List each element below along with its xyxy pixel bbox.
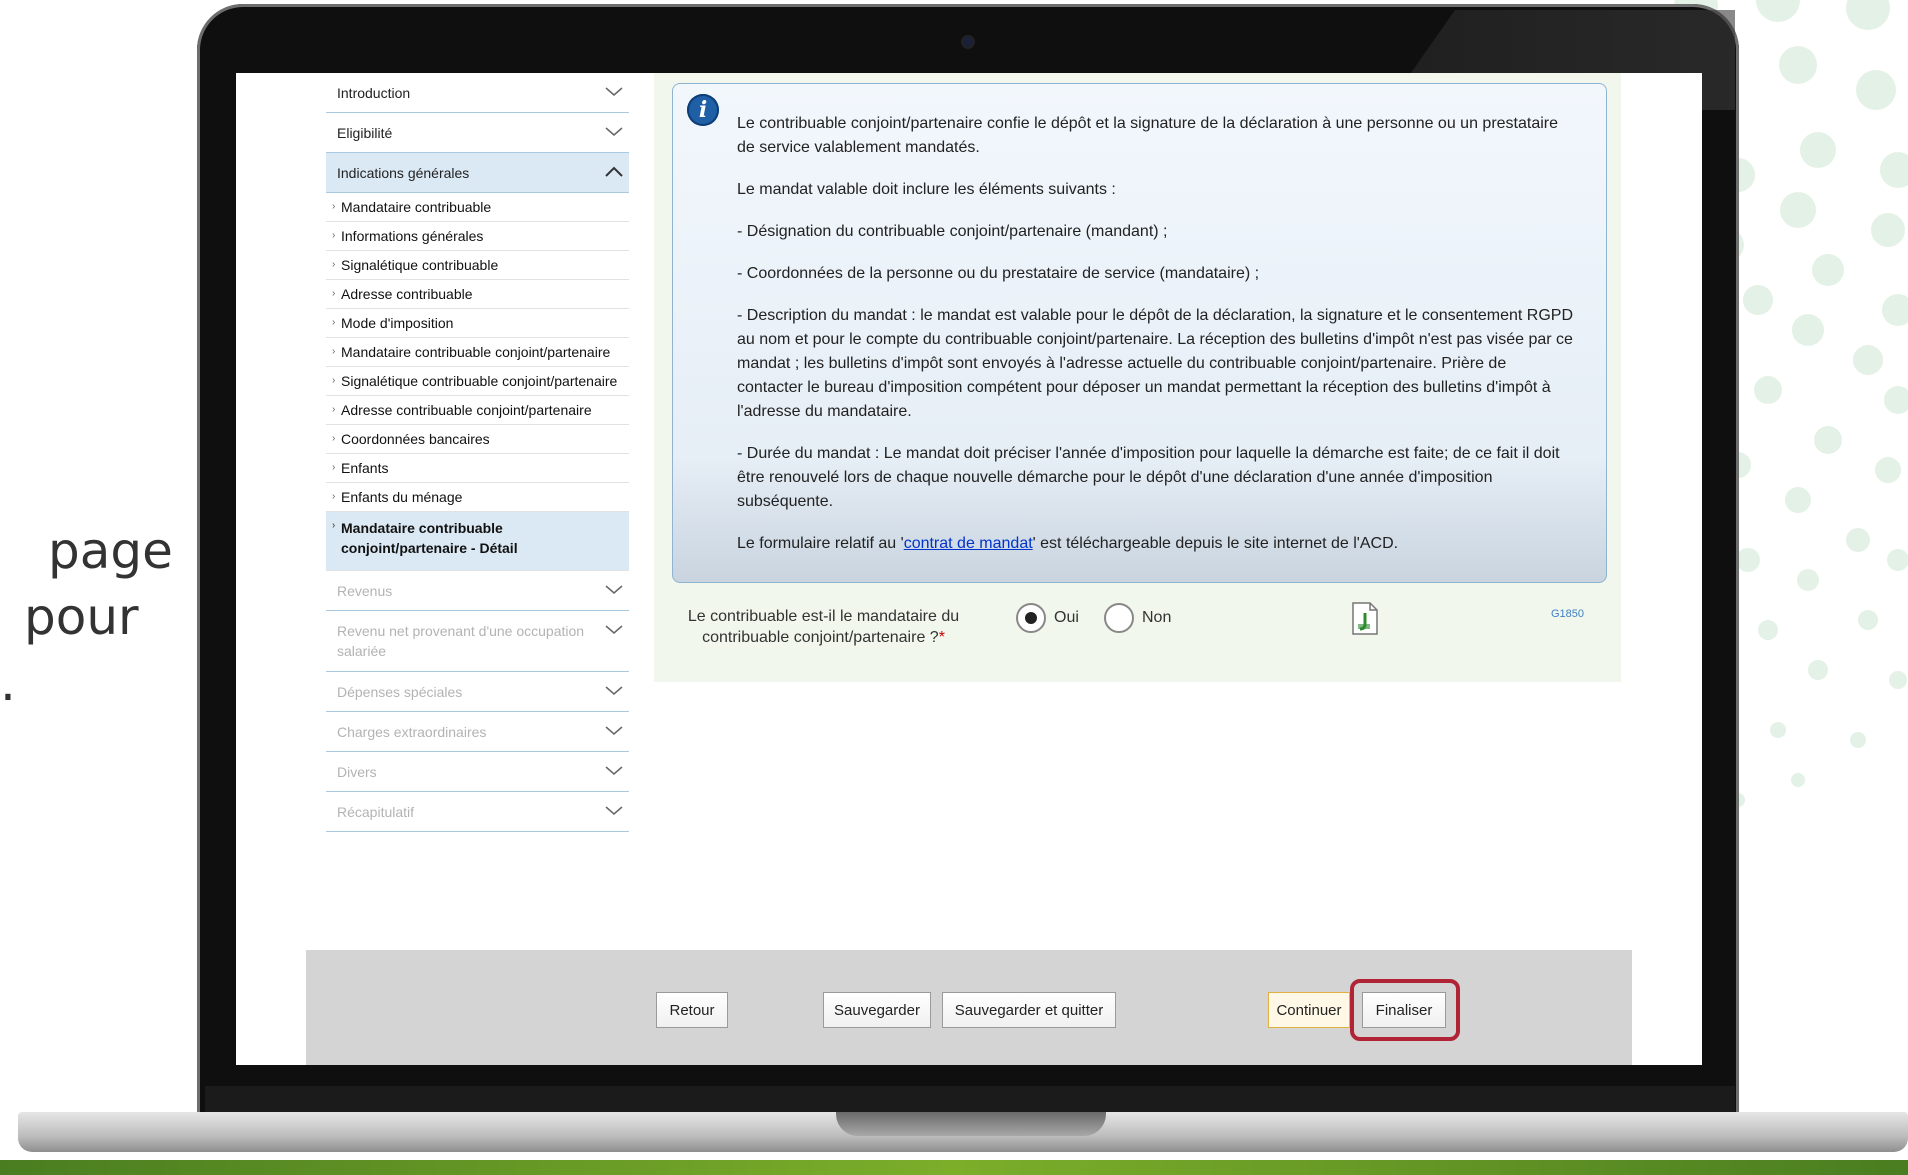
nav-section-recapitulatif[interactable]: Récapitulatif <box>326 792 629 832</box>
side-caption-line2: pour <box>24 588 139 646</box>
radio-label-oui: Oui <box>1054 609 1079 626</box>
chevron-down-icon <box>605 625 623 634</box>
chevron-down-icon <box>605 87 623 96</box>
nav-section-divers[interactable]: Divers <box>326 752 629 792</box>
nav-section-label: Eligibilité <box>337 124 393 141</box>
radio-non[interactable]: Non <box>1104 603 1171 633</box>
nav-section-label: Revenus <box>337 582 393 599</box>
contrat-de-mandat-link[interactable]: contrat de mandat <box>904 535 1033 552</box>
chevron-down-icon <box>605 127 623 136</box>
sidebar-item-mandataire-conjoint-detail[interactable]: Mandataire contribuable conjoint/partena… <box>326 512 629 571</box>
info-paragraph: - Désignation du contribuable conjoint/p… <box>737 223 1168 240</box>
sidebar-item-enfants-menage[interactable]: Enfants du ménage <box>326 483 629 512</box>
nav-section-label: Dépenses spéciales <box>337 683 463 700</box>
side-caption-line1: page <box>48 522 173 580</box>
radio-button-selected[interactable] <box>1016 603 1046 633</box>
radio-label-non: Non <box>1142 609 1172 626</box>
chevron-down-icon <box>605 806 623 815</box>
sauvegarder-quitter-button[interactable]: Sauvegarder et quitter <box>942 992 1116 1028</box>
info-text: Le formulaire relatif au ' <box>737 535 904 552</box>
laptop-screen: Introduction Eligibilité Indications gén… <box>236 73 1702 1065</box>
info-icon: i <box>687 94 719 126</box>
sauvegarder-button[interactable]: Sauvegarder <box>823 992 931 1028</box>
chevron-down-icon <box>605 585 623 594</box>
chevron-down-icon <box>605 726 623 735</box>
retour-button[interactable]: Retour <box>656 992 728 1028</box>
green-strip <box>0 1160 1908 1175</box>
nav-section-label: Divers <box>337 763 377 780</box>
side-caption: page pour . <box>0 518 173 716</box>
webcam-icon <box>963 37 973 47</box>
info-paragraph: - Description du mandat : le mandat est … <box>737 307 1574 420</box>
chevron-down-icon <box>605 766 623 775</box>
nav-section-label: Récapitulatif <box>337 803 415 820</box>
info-paragraph: - Coordonnées de la personne ou du prest… <box>737 265 1260 282</box>
sidebar-item-coordonnees-bancaires[interactable]: Coordonnées bancaires <box>326 425 629 454</box>
chevron-down-icon <box>605 686 623 695</box>
info-paragraph: - Durée du mandat : Le mandat doit préci… <box>737 445 1560 510</box>
nav-section-eligibilite[interactable]: Eligibilité <box>326 113 629 153</box>
sidebar-item-signaletique-conjoint[interactable]: Signalétique contribuable conjoint/parte… <box>326 367 629 396</box>
radio-dot <box>1025 612 1037 624</box>
sidebar-item-adresse-contribuable[interactable]: Adresse contribuable <box>326 280 629 309</box>
sidebar-nav: Introduction Eligibilité Indications gén… <box>326 73 629 832</box>
sidebar-item-mandataire-contribuable[interactable]: Mandataire contribuable <box>326 193 629 222</box>
nav-section-indications-generales[interactable]: Indications générales <box>326 153 629 193</box>
document-help-icon[interactable] <box>1352 602 1378 635</box>
radio-button-unselected[interactable] <box>1104 603 1134 633</box>
info-paragraph: Le mandat valable doit inclure les éléme… <box>737 181 1116 198</box>
info-paragraph: Le contribuable conjoint/partenaire conf… <box>737 115 1559 156</box>
nav-section-label: Indications générales <box>337 164 470 181</box>
radio-oui[interactable]: Oui <box>1016 603 1079 633</box>
field-code: G1850 <box>1551 608 1585 620</box>
finaliser-highlight <box>1350 979 1460 1041</box>
nav-section-revenus[interactable]: Revenus <box>326 571 629 611</box>
question-label: Le contribuable est-il le mandataire du … <box>687 608 960 646</box>
nav-section-charges-extraordinaires[interactable]: Charges extraordinaires <box>326 712 629 752</box>
nav-section-revenu-net[interactable]: Revenu net provenant d'une occupation sa… <box>326 611 629 672</box>
required-marker: * <box>938 629 945 646</box>
continuer-button[interactable]: Continuer <box>1268 992 1350 1028</box>
side-caption-line3: . <box>0 654 16 712</box>
mandataire-question: Le contribuable est-il le mandataire du … <box>671 606 976 648</box>
sidebar-item-adresse-conjoint[interactable]: Adresse contribuable conjoint/partenaire <box>326 396 629 425</box>
laptop-notch <box>836 1112 1106 1136</box>
sidebar-item-signaletique-contribuable[interactable]: Signalétique contribuable <box>326 251 629 280</box>
info-text: ' est téléchargeable depuis le site inte… <box>1032 535 1399 552</box>
sidebar-item-mandataire-conjoint[interactable]: Mandataire contribuable conjoint/partena… <box>326 338 629 367</box>
sidebar-item-mode-imposition[interactable]: Mode d'imposition <box>326 309 629 338</box>
nav-section-label: Introduction <box>337 84 411 101</box>
nav-section-label: Charges extraordinaires <box>337 723 487 740</box>
nav-section-introduction[interactable]: Introduction <box>326 73 629 113</box>
info-panel: i Le contribuable conjoint/partenaire co… <box>672 83 1607 583</box>
nav-section-label: Revenu net provenant d'une occupation sa… <box>337 623 585 659</box>
info-paragraph-download: Le formulaire relatif au 'contrat de man… <box>737 532 1576 556</box>
sidebar-item-informations-generales[interactable]: Informations générales <box>326 222 629 251</box>
sidebar-item-enfants[interactable]: Enfants <box>326 454 629 483</box>
nav-section-depenses-speciales[interactable]: Dépenses spéciales <box>326 672 629 712</box>
chevron-up-icon <box>605 166 623 177</box>
